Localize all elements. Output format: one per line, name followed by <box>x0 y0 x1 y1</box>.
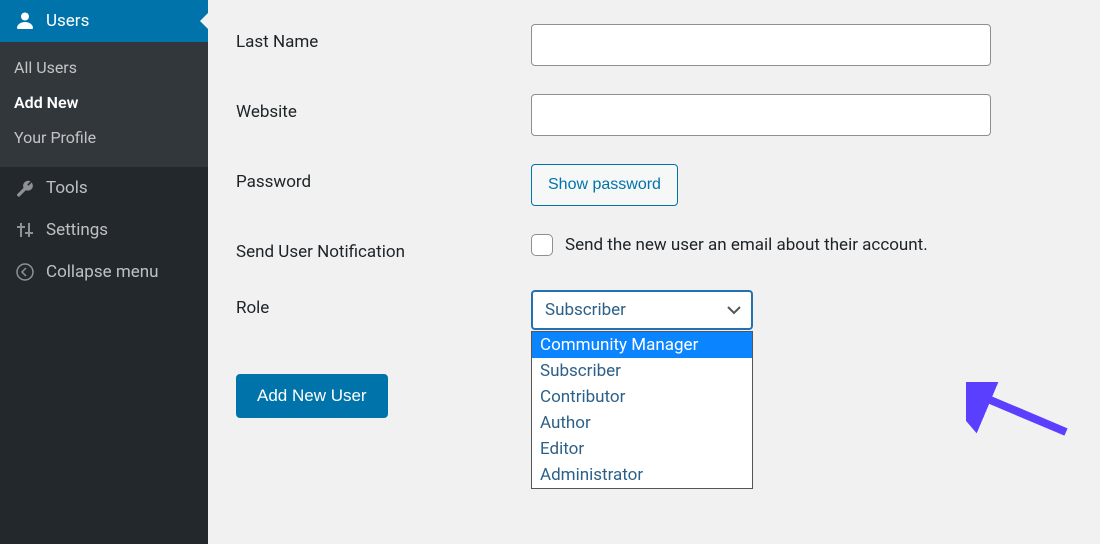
role-select-value: Subscriber <box>545 300 626 320</box>
role-select[interactable]: Subscriber <box>531 290 753 330</box>
sidebar-label-users: Users <box>46 11 89 31</box>
role-option-editor[interactable]: Editor <box>532 436 752 462</box>
arrow-annotation-icon <box>966 382 1076 442</box>
role-label: Role <box>236 290 531 318</box>
role-option-subscriber[interactable]: Subscriber <box>532 358 752 384</box>
sidebar-label-tools: Tools <box>46 178 88 198</box>
admin-sidebar: Users All Users Add New Your Profile Too… <box>0 0 208 544</box>
notification-label: Send User Notification <box>236 234 531 262</box>
sidebar-item-collapse[interactable]: Collapse menu <box>0 251 208 293</box>
sliders-icon <box>14 219 36 241</box>
collapse-icon <box>14 261 36 283</box>
user-icon <box>14 10 36 32</box>
submenu-all-users[interactable]: All Users <box>0 50 208 85</box>
role-option-contributor[interactable]: Contributor <box>532 384 752 410</box>
main-content: Last Name Website Password Show password… <box>208 0 1100 544</box>
sidebar-label-settings: Settings <box>46 220 108 240</box>
website-input[interactable] <box>531 94 991 136</box>
notification-checkbox[interactable] <box>531 234 553 256</box>
add-new-user-button[interactable]: Add New User <box>236 374 388 418</box>
last-name-label: Last Name <box>236 24 531 52</box>
sidebar-label-collapse: Collapse menu <box>46 262 159 282</box>
notification-checkbox-label[interactable]: Send the new user an email about their a… <box>565 235 928 255</box>
submenu-your-profile[interactable]: Your Profile <box>0 120 208 155</box>
submenu-users: All Users Add New Your Profile <box>0 42 208 167</box>
role-option-administrator[interactable]: Administrator <box>532 462 752 488</box>
wrench-icon <box>14 177 36 199</box>
password-label: Password <box>236 164 531 192</box>
chevron-down-icon <box>727 303 741 317</box>
role-option-community-manager[interactable]: Community Manager <box>532 332 752 358</box>
role-option-author[interactable]: Author <box>532 410 752 436</box>
submenu-add-new[interactable]: Add New <box>0 85 208 120</box>
sidebar-item-settings[interactable]: Settings <box>0 209 208 251</box>
last-name-input[interactable] <box>531 24 991 66</box>
sidebar-item-users[interactable]: Users <box>0 0 208 42</box>
show-password-button[interactable]: Show password <box>531 164 678 206</box>
website-label: Website <box>236 94 531 122</box>
role-dropdown: Community Manager Subscriber Contributor… <box>531 331 753 489</box>
sidebar-item-tools[interactable]: Tools <box>0 167 208 209</box>
